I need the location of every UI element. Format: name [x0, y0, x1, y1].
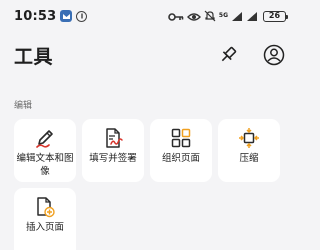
app-header: 工具: [0, 38, 300, 72]
tool-label: 插入页面: [25, 222, 64, 233]
tool-label: 填写并签署: [89, 153, 137, 164]
status-right: 5G 26: [168, 7, 288, 26]
section-label-edit: 编辑: [14, 101, 33, 111]
tool-card-organize-pages[interactable]: 组织页面: [150, 119, 212, 182]
status-bar: 10:53 5G 26: [0, 0, 300, 32]
header-actions: [216, 43, 286, 67]
tool-label: 编辑文本和图像: [16, 153, 74, 177]
status-left: 10:53: [14, 8, 88, 24]
pin-icon: [221, 46, 237, 62]
battery-level: 26: [268, 11, 281, 20]
page-title: 工具: [14, 45, 54, 68]
wifi-icon: [246, 7, 258, 26]
tool-card-fill-sign[interactable]: 填写并签署: [82, 119, 144, 182]
mute-icon: [204, 7, 216, 26]
tool-card-compress[interactable]: 压缩: [218, 119, 280, 182]
edit-pen-icon: [34, 127, 56, 149]
app-notification-icon: [60, 10, 73, 22]
tool-card-insert-pages[interactable]: 插入页面: [14, 188, 76, 250]
organize-grid-icon: [170, 127, 192, 149]
tools-screen: 10:53 5G 26 工具 编辑 编辑文本和图像 填写并签署 组织页面 压缩 …: [0, 0, 300, 250]
insert-page-icon: [34, 196, 56, 218]
status-time: 10:53: [14, 8, 57, 24]
tool-card-edit-text-images[interactable]: 编辑文本和图像: [14, 119, 76, 182]
compress-icon: [238, 127, 260, 149]
signal-icon: [231, 7, 243, 26]
tool-label: 组织页面: [161, 153, 200, 164]
key-icon: [168, 7, 184, 26]
pin-button[interactable]: [216, 43, 240, 67]
fill-sign-icon: [102, 127, 124, 149]
network-type-label: 5G: [218, 12, 228, 19]
battery-indicator: 26: [263, 10, 288, 22]
tool-label: 压缩: [239, 153, 259, 164]
account-button[interactable]: [262, 43, 286, 67]
account-icon: [263, 44, 285, 66]
eye-icon: [186, 7, 201, 26]
notification-badge-icon: [76, 10, 88, 22]
